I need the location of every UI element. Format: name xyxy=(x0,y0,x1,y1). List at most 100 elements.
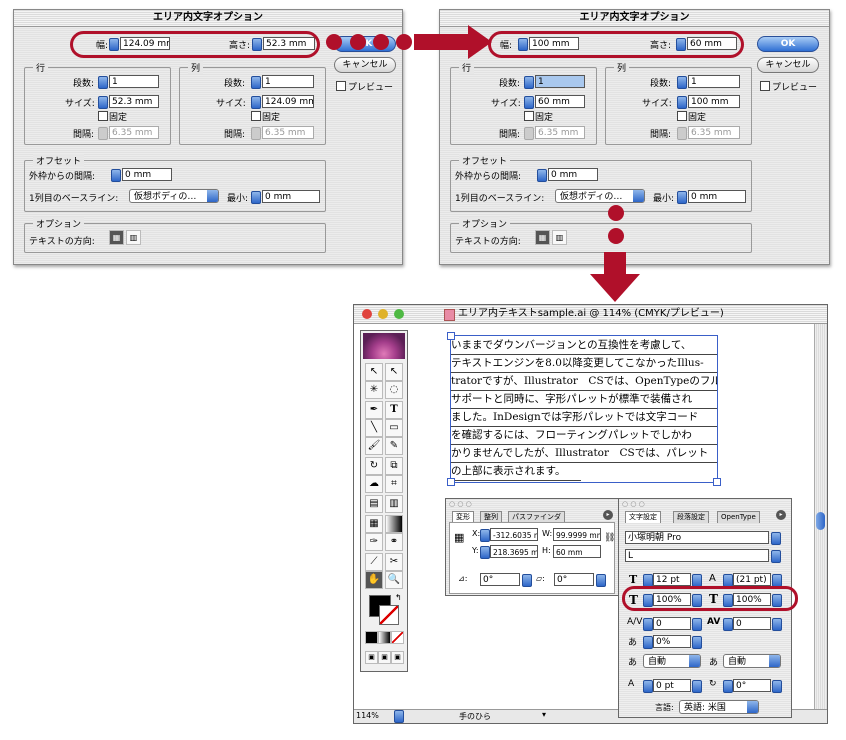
x-spinner[interactable] xyxy=(480,529,490,542)
kerning-dropdown[interactable] xyxy=(692,618,702,631)
tab-opentype[interactable]: OpenType xyxy=(717,511,760,523)
rows-fixed-checkbox[interactable] xyxy=(98,111,108,121)
symbol-sprayer-tool-icon[interactable]: ▤ xyxy=(365,495,383,513)
gradient-mode-icon[interactable] xyxy=(378,631,391,644)
rectangle-tool-icon[interactable]: ▭ xyxy=(385,419,403,437)
gradient-tool-icon[interactable] xyxy=(385,515,403,533)
min-field[interactable]: 0 mm xyxy=(262,190,320,203)
frame-handle[interactable] xyxy=(713,478,721,486)
shear-dropdown[interactable] xyxy=(596,574,606,587)
palette-menu-icon[interactable]: ▸ xyxy=(603,510,613,520)
preview-checkbox[interactable] xyxy=(760,81,770,91)
zoom-level[interactable]: 114% xyxy=(356,711,379,720)
min-field[interactable]: 0 mm xyxy=(688,190,746,203)
palette-close-icon[interactable]: ○ ○ ○ xyxy=(622,500,645,508)
graph-tool-icon[interactable]: ▥ xyxy=(385,495,403,513)
cancel-button[interactable]: キャンセル xyxy=(757,57,819,73)
cols-size-spinner[interactable] xyxy=(251,96,261,109)
link-proportions-icon[interactable]: ⛓ xyxy=(604,533,615,543)
status-arrow-icon[interactable]: ▾ xyxy=(542,710,546,719)
cols-size-spinner[interactable] xyxy=(677,96,687,109)
cols-count-field[interactable]: 1 xyxy=(262,75,314,88)
rows-fixed-checkbox[interactable] xyxy=(524,111,534,121)
rows-size-spinner[interactable] xyxy=(524,96,534,109)
font-style-dropdown[interactable] xyxy=(771,550,781,563)
scale-tool-icon[interactable]: ⧉ xyxy=(385,457,403,475)
inset-field[interactable]: 0 mm xyxy=(548,168,598,181)
screen-mode-standard-icon[interactable]: ▣ xyxy=(365,651,378,664)
zoom-dropdown-arrow[interactable] xyxy=(394,710,404,723)
rows-count-spinner[interactable] xyxy=(524,76,534,89)
free-transform-tool-icon[interactable]: ⌗ xyxy=(385,475,403,493)
warp-tool-icon[interactable]: ☁ xyxy=(365,475,383,493)
type-tool-icon[interactable]: T xyxy=(385,401,403,419)
character-rotation-field[interactable]: 0° xyxy=(733,679,771,692)
pen-tool-icon[interactable]: ✒ xyxy=(365,401,383,419)
line-tool-icon[interactable]: ╲ xyxy=(365,419,383,437)
leading-field[interactable]: (21 pt) xyxy=(733,573,771,586)
color-mode-icon[interactable] xyxy=(365,631,378,644)
x-field[interactable]: -312.6035 m xyxy=(490,528,538,541)
minimize-button[interactable] xyxy=(378,309,388,319)
blend-tool-icon[interactable]: ⚭ xyxy=(385,533,403,551)
baseline-shift-spinner[interactable] xyxy=(643,680,653,693)
tracking-field[interactable]: 0 xyxy=(733,617,771,630)
tab-paragraph[interactable]: 段落設定 xyxy=(673,511,709,523)
palette-close-icon[interactable]: ○ ○ ○ xyxy=(449,500,472,508)
rows-count-field[interactable]: 1 xyxy=(535,75,585,88)
rows-size-spinner[interactable] xyxy=(98,96,108,109)
frame-handle[interactable] xyxy=(447,332,455,340)
min-spinner[interactable] xyxy=(251,191,261,204)
cols-fixed-checkbox[interactable] xyxy=(251,111,261,121)
swap-colors-icon[interactable]: ↰ xyxy=(395,593,402,602)
lasso-tool-icon[interactable]: ◌ xyxy=(385,381,403,399)
rotate-dropdown[interactable] xyxy=(522,574,532,587)
slice-tool-icon[interactable]: ⟋ xyxy=(365,553,383,571)
cols-count-field[interactable]: 1 xyxy=(688,75,740,88)
scissors-tool-icon[interactable]: ✂ xyxy=(385,553,403,571)
flow-rows-icon[interactable]: ▦ xyxy=(535,230,550,245)
h-field[interactable]: 60 mm xyxy=(553,545,601,558)
rotate-tool-icon[interactable]: ↻ xyxy=(365,457,383,475)
flow-rows-icon[interactable]: ▦ xyxy=(109,230,124,245)
baseline-dropdown[interactable]: 仮想ボディの… xyxy=(129,189,219,203)
font-style-field[interactable]: L xyxy=(625,549,769,562)
reference-point-icon[interactable]: ▦ xyxy=(454,531,464,544)
inset-spinner[interactable] xyxy=(537,169,547,182)
tracking-dropdown[interactable] xyxy=(772,618,782,631)
kerning-field[interactable]: 0 xyxy=(653,617,691,630)
close-button[interactable] xyxy=(362,309,372,319)
palette-menu-icon[interactable]: ▸ xyxy=(776,510,786,520)
flow-cols-icon[interactable]: ▥ xyxy=(126,230,141,245)
tsume-spinner[interactable] xyxy=(643,636,653,649)
tracking-spinner[interactable] xyxy=(723,618,733,631)
character-rotation-spinner[interactable] xyxy=(723,680,733,693)
direct-selection-tool-icon[interactable]: ↖ xyxy=(385,363,403,381)
cancel-button[interactable]: キャンセル xyxy=(334,57,396,73)
preview-checkbox[interactable] xyxy=(336,81,346,91)
font-family-dropdown[interactable] xyxy=(771,532,781,545)
kerning-spinner[interactable] xyxy=(643,618,653,631)
paintbrush-tool-icon[interactable]: 🖌 xyxy=(365,437,383,455)
rows-count-field[interactable]: 1 xyxy=(109,75,159,88)
area-text-frame[interactable]: いままでダウンバージョンとの互換性を考慮して、 テキストエンジンを8.0以降変更… xyxy=(447,332,721,486)
aki-before-dropdown[interactable]: 自動 xyxy=(643,654,701,668)
character-rotation-dropdown[interactable] xyxy=(772,680,782,693)
rows-count-spinner[interactable] xyxy=(98,76,108,89)
cols-fixed-checkbox[interactable] xyxy=(677,111,687,121)
eyedropper-tool-icon[interactable]: ✑ xyxy=(365,533,383,551)
language-dropdown[interactable]: 英語: 米国 xyxy=(679,700,759,714)
cols-count-spinner[interactable] xyxy=(677,76,687,89)
shear-field[interactable]: 0° xyxy=(554,573,594,586)
cols-size-field[interactable]: 124.09 mm xyxy=(262,95,314,108)
baseline-shift-field[interactable]: 0 pt xyxy=(653,679,691,692)
tsume-field[interactable]: 0% xyxy=(653,635,691,648)
zoom-tool-icon[interactable]: 🔍 xyxy=(385,571,403,589)
rotate-field[interactable]: 0° xyxy=(480,573,520,586)
inset-spinner[interactable] xyxy=(111,169,121,182)
baseline-shift-dropdown[interactable] xyxy=(692,680,702,693)
cols-size-field[interactable]: 100 mm xyxy=(688,95,740,108)
tab-character[interactable]: 文字設定 xyxy=(625,511,661,523)
y-spinner[interactable] xyxy=(480,546,490,559)
rows-size-field[interactable]: 60 mm xyxy=(535,95,585,108)
